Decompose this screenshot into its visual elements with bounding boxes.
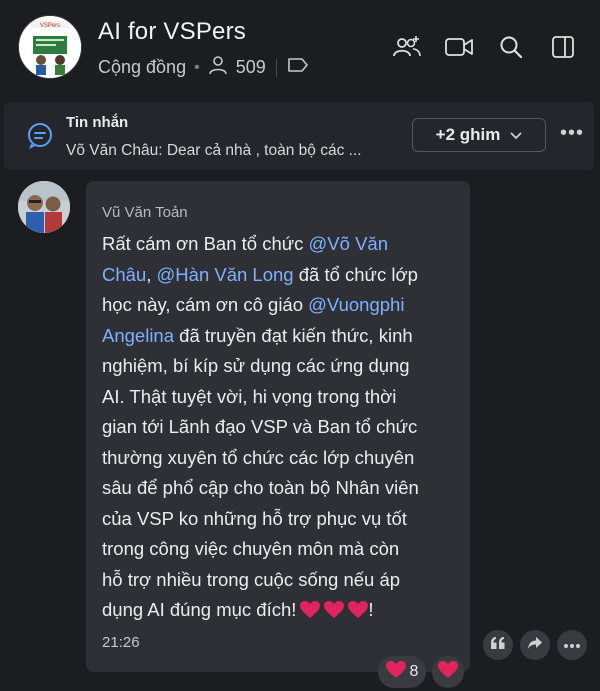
end-punctuation: !	[368, 599, 374, 620]
react-heart-button[interactable]	[432, 656, 464, 688]
share-arrow-icon	[527, 636, 543, 655]
message-time: 21:26	[102, 634, 140, 651]
message-line: thường xuyên tổ chức các lớp chuyên	[102, 446, 415, 468]
more-options-icon[interactable]: •••	[560, 122, 584, 145]
mention-link[interactable]: Châu	[102, 264, 146, 285]
message-line: Rất cám ơn Ban tổ chức @Võ Văn	[102, 233, 388, 254]
message-line: Châu, @Hàn Văn Long đã tổ chức lớp	[102, 263, 418, 285]
members-icon[interactable]	[208, 55, 228, 80]
message-line: gian tới Lãnh đạo VSP và Ban tổ chức	[102, 416, 418, 437]
mention-link[interactable]: @Võ Văn	[309, 233, 388, 254]
member-count[interactable]: 509	[236, 57, 266, 78]
heart-icon	[438, 660, 458, 684]
quote-reply-button[interactable]	[483, 630, 513, 660]
chevron-down-icon	[510, 125, 522, 145]
mention-link[interactable]: @Hàn Văn Long	[157, 264, 294, 285]
more-options-icon	[563, 636, 581, 654]
group-avatar[interactable]: VSPers	[18, 15, 82, 79]
heart-emoji-icon	[324, 598, 345, 629]
message-line: hỗ trợ nhiều trong cuộc sống nếu áp	[102, 568, 401, 590]
pins-dropdown-button[interactable]: +2 ghim	[412, 118, 546, 152]
chat-header: VSPers AI for VSPers Cộng đồng • 509	[0, 0, 600, 97]
heart-emoji-icon	[300, 598, 321, 629]
chat-bubble-icon	[26, 122, 54, 155]
pins-button-label: +2 ghim	[435, 125, 501, 144]
message-more-button[interactable]	[557, 630, 587, 660]
avatar[interactable]	[18, 181, 70, 233]
header-actions	[392, 32, 578, 62]
message-text: Rất cám ơn Ban tổ chức @Võ Văn Châu, @Hà…	[102, 229, 452, 629]
search-icon[interactable]	[496, 32, 526, 62]
quote-icon	[490, 636, 506, 655]
forward-button[interactable]	[520, 630, 550, 660]
message-bubble[interactable]: Vũ Văn Toản Rất cám ơn Ban tổ chức @Võ V…	[86, 181, 470, 672]
separator-dot: •	[194, 58, 200, 76]
divider	[275, 58, 277, 77]
reaction-summary[interactable]: 8	[378, 656, 426, 688]
heart-icon	[385, 660, 406, 684]
message-line: học này, cám ơn cô giáo @Vuongphi	[102, 294, 405, 315]
pinned-preview[interactable]: Võ Văn Châu: Dear cả nhà , toàn bộ các .…	[66, 142, 362, 160]
message-line: sâu để phổ cập cho toàn bộ Nhân viên	[102, 477, 419, 498]
mention-link[interactable]: Angelina	[102, 325, 174, 346]
pinned-message-bar[interactable]: Tin nhắn Võ Văn Châu: Dear cả nhà , toàn…	[4, 102, 594, 170]
tag-icon[interactable]	[287, 57, 309, 78]
sender-name[interactable]: Vũ Văn Toản	[102, 204, 188, 221]
logo-text: VSPers	[40, 23, 60, 29]
message-line: nghiệm, bí kíp sử dụng các ứng dụng	[102, 355, 410, 376]
reaction-count: 8	[409, 663, 419, 680]
page-title: AI for VSPers	[98, 18, 246, 45]
message-line: AI. Thật tuyệt vời, hi vọng trong thời	[102, 385, 397, 407]
sidebar-toggle-icon[interactable]	[548, 32, 578, 62]
heart-emoji-icon	[348, 598, 369, 629]
message-line: trong công việc chuyên môn mà còn	[102, 538, 400, 559]
group-type-label: Cộng đồng	[98, 57, 187, 77]
add-member-icon[interactable]	[392, 32, 422, 62]
pinned-label: Tin nhắn	[66, 114, 129, 131]
message-line: dụng AI đúng mục đích!!	[102, 595, 452, 629]
message-line: của VSP ko những hỗ trợ phục vụ tốt	[102, 507, 407, 529]
group-meta: Cộng đồng • 509	[98, 55, 309, 80]
mention-link[interactable]: @Vuongphi	[308, 294, 404, 315]
video-call-icon[interactable]	[444, 32, 474, 62]
message-line: Angelina đã truyền đạt kiến thức, kinh	[102, 324, 413, 346]
